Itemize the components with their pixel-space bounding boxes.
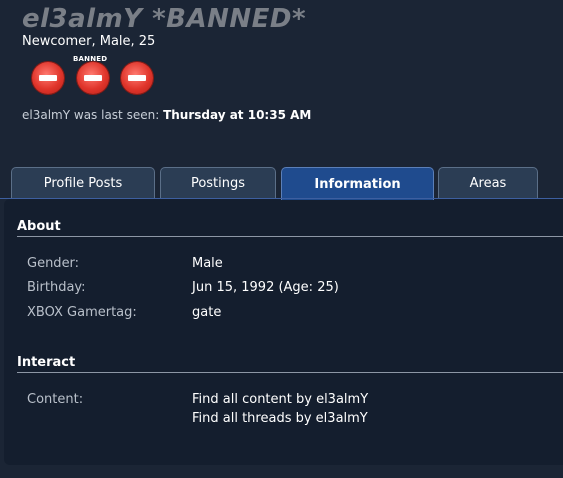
content-label: Content:	[27, 392, 84, 407]
gender-value: Male	[192, 256, 223, 271]
tabs-divider	[0, 198, 563, 199]
banned-icon	[121, 62, 153, 94]
last-seen-time: Thursday at 10:35 AM	[163, 108, 312, 122]
birthday-value: Jun 15, 1992 (Age: 25)	[192, 280, 339, 295]
gamertag-value: gate	[192, 305, 222, 320]
tab-information[interactable]: Information	[281, 167, 434, 200]
birthday-label: Birthday:	[27, 280, 86, 295]
user-title: Newcomer, Male, 25	[22, 34, 156, 49]
last-seen-prefix: el3almY was last seen:	[22, 108, 160, 122]
last-seen: el3almY was last seen: Thursday at 10:35…	[22, 108, 311, 122]
tab-areas[interactable]: Areas	[438, 167, 538, 198]
gender-label: Gender:	[27, 256, 80, 271]
find-all-content-link[interactable]: Find all content by el3almY	[192, 392, 368, 407]
tab-profile-posts[interactable]: Profile Posts	[11, 167, 155, 198]
profile-username: el3almY *BANNED*	[22, 4, 307, 34]
profile-tabs: Profile Posts Postings Information Areas	[0, 167, 563, 200]
find-all-threads-link[interactable]: Find all threads by el3almY	[192, 411, 368, 426]
banned-icon	[32, 62, 64, 94]
about-divider	[17, 236, 563, 237]
interact-divider	[17, 372, 563, 373]
gamertag-label: XBOX Gamertag:	[27, 305, 137, 320]
about-heading: About	[17, 219, 61, 234]
banned-icon	[77, 62, 109, 94]
badge-group: BANNED	[32, 55, 162, 95]
interact-heading: Interact	[17, 355, 76, 370]
tab-postings[interactable]: Postings	[160, 167, 276, 198]
